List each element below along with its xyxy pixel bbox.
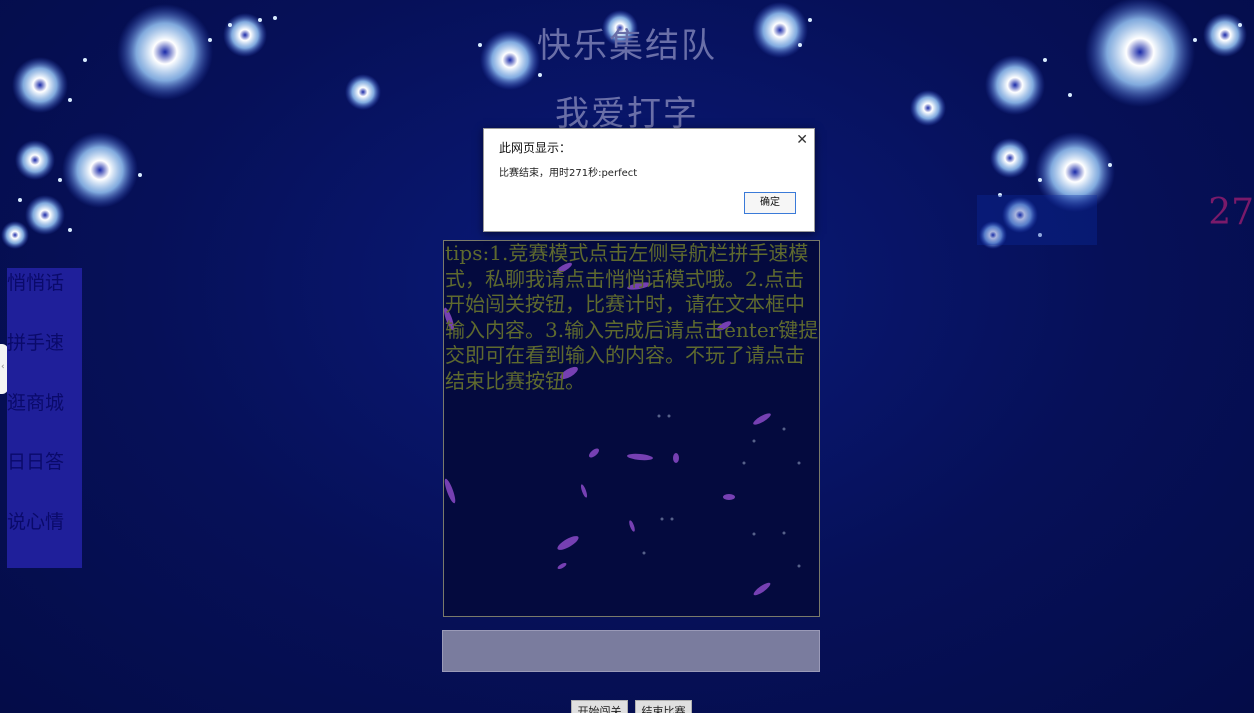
sidebar-item-whisper[interactable]: 悄悄话	[7, 268, 64, 295]
dialog-title: 此网页显示：	[499, 141, 572, 155]
timer-display: 27	[1208, 192, 1254, 233]
close-icon[interactable]: ✕	[796, 132, 808, 148]
sidebar-item-shop[interactable]: 逛商城	[7, 388, 64, 415]
tips-text-area: tips:1.竞赛模式点击左侧导航栏拼手速模式，私聊我请点击悄悄话模式哦。2.点…	[443, 240, 820, 617]
alert-dialog: 此网页显示： ✕ 比赛结束，用时271秒:perfect 确定	[483, 128, 815, 232]
sidebar-item-mood[interactable]: 说心情	[7, 507, 64, 534]
tips-text: tips:1.竞赛模式点击左侧导航栏拼手速模式，私聊我请点击悄悄话模式哦。2.点…	[445, 241, 819, 393]
chevron-left-icon: ‹	[1, 362, 5, 372]
sidebar-item-speed[interactable]: 拼手速	[7, 328, 64, 355]
sidebar-item-daily-answer[interactable]: 日日答	[7, 447, 64, 474]
page-title: 快乐集结队	[537, 26, 717, 66]
typing-input[interactable]	[442, 630, 820, 672]
start-challenge-button[interactable]: 开始闯关	[571, 700, 628, 713]
dialog-ok-button[interactable]: 确定	[744, 192, 796, 214]
page: 快乐集结队 我爱打字 27 ‹ 悄悄话 拼手速 逛商城 日日答 说心情 tips…	[0, 0, 1254, 713]
end-game-button[interactable]: 结束比赛	[635, 700, 692, 713]
dialog-message: 比赛结束，用时271秒:perfect	[499, 168, 638, 179]
sidebar-nav: 悄悄话 拼手速 逛商城 日日答 说心情	[7, 268, 82, 568]
